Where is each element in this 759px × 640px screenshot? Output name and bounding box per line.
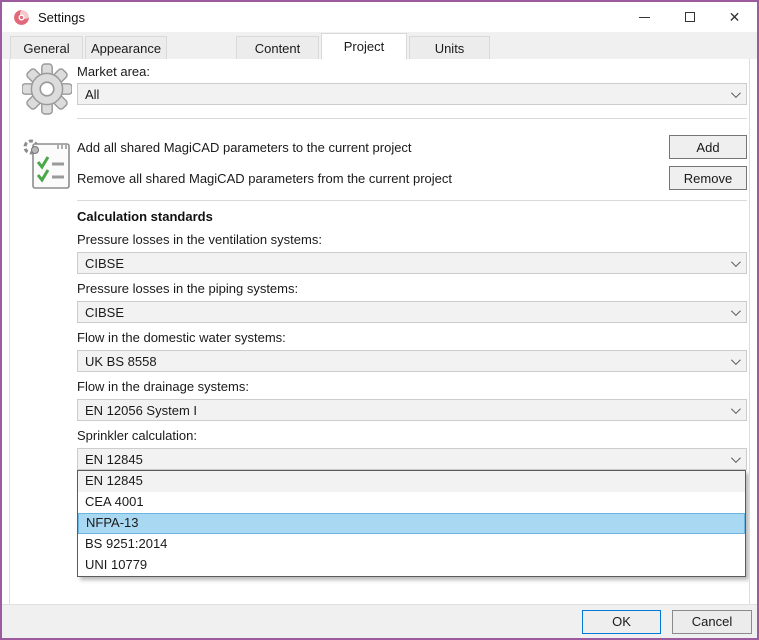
sprinkler-calculation-select[interactable]: EN 12845 bbox=[77, 448, 747, 470]
tab-units-label: Units bbox=[435, 41, 465, 56]
page-content: Market area: All Add all shared MagiCAD … bbox=[77, 64, 747, 577]
project-tab-page: Market area: All Add all shared MagiCAD … bbox=[9, 58, 750, 604]
tab-project[interactable]: Project bbox=[321, 33, 407, 60]
tab-project-label: Project bbox=[344, 39, 384, 54]
checklist-icon bbox=[22, 137, 74, 196]
sprinkler-dropdown-list: EN 12845 CEA 4001 NFPA-13 BS 9251:2014 U… bbox=[77, 470, 746, 577]
cancel-button[interactable]: Cancel bbox=[672, 610, 752, 634]
minimize-button[interactable] bbox=[622, 2, 667, 32]
chevron-down-icon bbox=[731, 306, 741, 316]
add-params-label: Add all shared MagiCAD parameters to the… bbox=[77, 140, 669, 155]
ventilation-pressure-label: Pressure losses in the ventilation syste… bbox=[77, 232, 747, 248]
dropdown-option-bs-9251-2014[interactable]: BS 9251:2014 bbox=[78, 534, 745, 555]
piping-pressure-value: CIBSE bbox=[85, 305, 731, 320]
tab-general[interactable]: General bbox=[10, 36, 83, 59]
market-area-label: Market area: bbox=[77, 64, 747, 80]
dropdown-option-nfpa-13[interactable]: NFPA-13 bbox=[78, 513, 745, 534]
ventilation-pressure-select[interactable]: CIBSE bbox=[77, 252, 747, 274]
chevron-down-icon bbox=[731, 88, 741, 98]
add-params-row: Add all shared MagiCAD parameters to the… bbox=[77, 135, 747, 159]
drainage-flow-value: EN 12056 System I bbox=[85, 403, 731, 418]
dropdown-option-cea-4001[interactable]: CEA 4001 bbox=[78, 492, 745, 513]
drainage-flow-select[interactable]: EN 12056 System I bbox=[77, 399, 747, 421]
gear-icon bbox=[22, 63, 74, 120]
tab-general-label: General bbox=[23, 41, 69, 56]
section-icon-column bbox=[22, 63, 74, 196]
magicad-logo-icon bbox=[13, 9, 30, 26]
sprinkler-calculation-label: Sprinkler calculation: bbox=[77, 428, 747, 444]
drainage-flow-label: Flow in the drainage systems: bbox=[77, 379, 747, 395]
remove-button[interactable]: Remove bbox=[669, 166, 747, 190]
titlebar: Settings ✕ bbox=[2, 2, 757, 32]
window-title: Settings bbox=[38, 10, 85, 25]
tab-content-label: Content bbox=[255, 41, 301, 56]
ventilation-pressure-value: CIBSE bbox=[85, 256, 731, 271]
separator bbox=[77, 200, 747, 201]
piping-pressure-select[interactable]: CIBSE bbox=[77, 301, 747, 323]
market-area-select[interactable]: All bbox=[77, 83, 747, 105]
chevron-down-icon bbox=[731, 355, 741, 365]
add-button[interactable]: Add bbox=[669, 135, 747, 159]
maximize-icon bbox=[685, 12, 695, 22]
tab-units[interactable]: Units bbox=[409, 36, 490, 59]
close-button[interactable]: ✕ bbox=[712, 2, 757, 32]
settings-window: Settings ✕ General Appearance Content Pr… bbox=[0, 0, 759, 640]
sprinkler-calculation-value: EN 12845 bbox=[85, 452, 731, 467]
domestic-water-flow-select[interactable]: UK BS 8558 bbox=[77, 350, 747, 372]
tab-content[interactable]: Content bbox=[236, 36, 319, 59]
close-icon: ✕ bbox=[729, 10, 741, 24]
remove-params-label: Remove all shared MagiCAD parameters fro… bbox=[77, 171, 669, 186]
tab-appearance-label: Appearance bbox=[91, 41, 161, 56]
domestic-water-flow-label: Flow in the domestic water systems: bbox=[77, 330, 747, 346]
chevron-down-icon bbox=[731, 453, 741, 463]
minimize-icon bbox=[639, 17, 650, 18]
dropdown-option-en-12845[interactable]: EN 12845 bbox=[78, 471, 745, 492]
market-area-value: All bbox=[85, 87, 731, 102]
remove-params-row: Remove all shared MagiCAD parameters fro… bbox=[77, 166, 747, 190]
chevron-down-icon bbox=[731, 257, 741, 267]
ok-button[interactable]: OK bbox=[582, 610, 661, 634]
calculation-standards-heading: Calculation standards bbox=[77, 209, 747, 225]
window-controls: ✕ bbox=[622, 2, 757, 32]
tab-strip: General Appearance Content Project Units bbox=[2, 32, 757, 59]
chevron-down-icon bbox=[731, 404, 741, 414]
dropdown-option-uni-10779[interactable]: UNI 10779 bbox=[78, 555, 745, 576]
maximize-button[interactable] bbox=[667, 2, 712, 32]
domestic-water-flow-value: UK BS 8558 bbox=[85, 354, 731, 369]
separator bbox=[77, 118, 747, 119]
dialog-footer: OK Cancel bbox=[2, 604, 757, 638]
piping-pressure-label: Pressure losses in the piping systems: bbox=[77, 281, 747, 297]
tab-appearance[interactable]: Appearance bbox=[85, 36, 167, 59]
